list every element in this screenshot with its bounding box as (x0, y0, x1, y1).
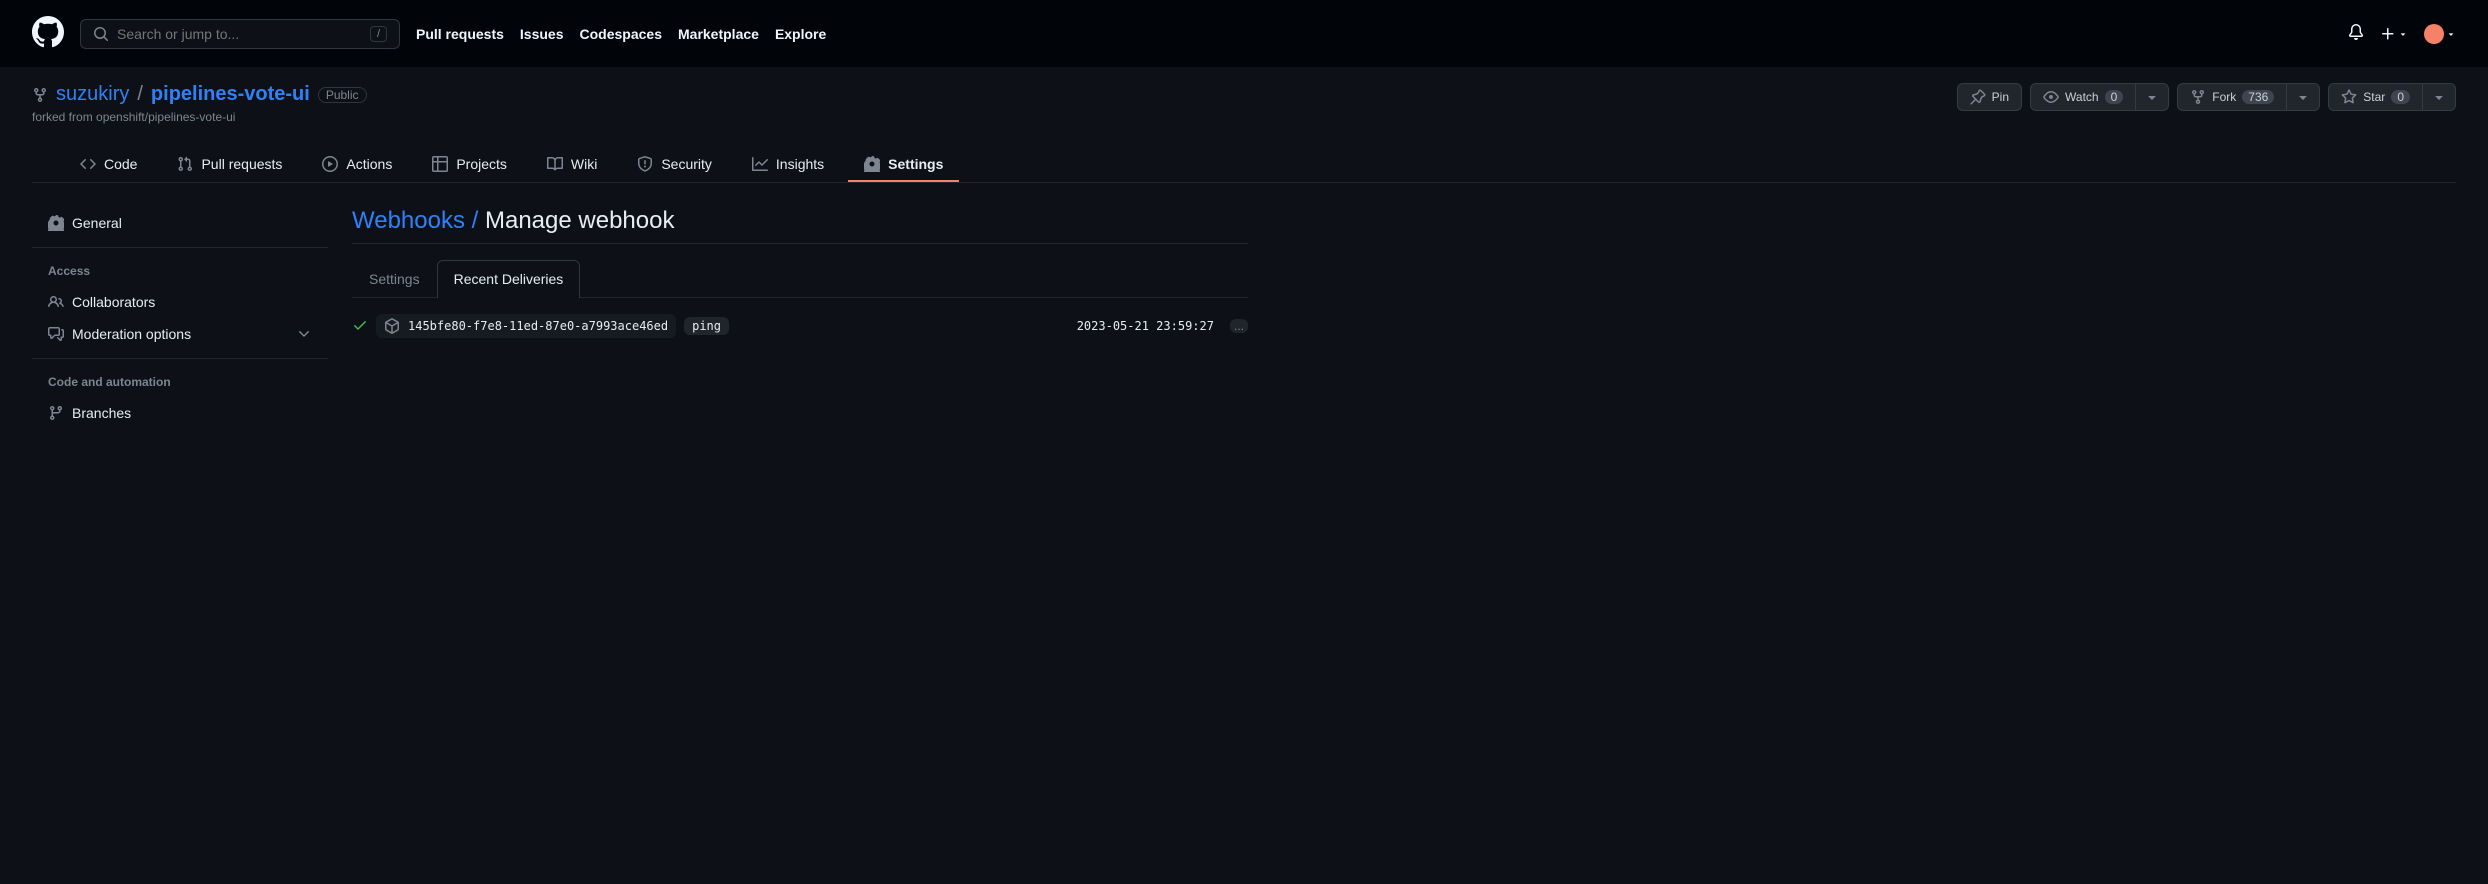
git-branch-icon (48, 405, 64, 421)
event-badge: ping (684, 317, 729, 335)
plus-icon (2380, 26, 2396, 42)
user-menu[interactable] (2424, 24, 2456, 44)
repo-actions: Pin Watch 0 Fork 736 (1957, 83, 2456, 111)
watch-count: 0 (2105, 90, 2124, 104)
tab-code[interactable]: Code (64, 148, 153, 182)
gear-icon (48, 215, 64, 231)
tab-wiki[interactable]: Wiki (531, 148, 613, 182)
sidebar-item-branches[interactable]: Branches (32, 397, 328, 429)
sidebar-item-moderation[interactable]: Moderation options (32, 318, 328, 350)
graph-icon (752, 156, 768, 172)
watch-button[interactable]: Watch 0 (2030, 83, 2136, 111)
nav-marketplace[interactable]: Marketplace (678, 26, 759, 42)
delivery-id: 145bfe80-f7e8-11ed-87e0-a7993ace46ed (376, 314, 676, 338)
tab-webhook-settings[interactable]: Settings (352, 260, 437, 297)
star-count: 0 (2391, 90, 2410, 104)
forked-from: forked from openshift/pipelines-vote-ui (32, 110, 367, 124)
github-logo[interactable] (32, 16, 64, 51)
fork-button[interactable]: Fork 736 (2177, 83, 2287, 111)
tab-settings[interactable]: Settings (848, 148, 959, 182)
search-icon (93, 26, 109, 42)
repo-title: suzukiry / pipelines-vote-ui Public (32, 83, 367, 106)
pin-button[interactable]: Pin (1957, 83, 2022, 111)
nav-codespaces[interactable]: Codespaces (580, 26, 662, 42)
caret-down-icon (2144, 89, 2160, 105)
global-header: / Pull requests Issues Codespaces Market… (0, 0, 2488, 67)
code-icon (80, 156, 96, 172)
delivery-time: 2023-05-21 23:59:27 (1077, 319, 1214, 333)
comment-discussion-icon (48, 326, 64, 342)
sidebar-item-collaborators[interactable]: Collaborators (32, 286, 328, 318)
sidebar-heading-access: Access (32, 256, 328, 286)
slash: / (137, 83, 143, 106)
search-slash-key: / (370, 26, 387, 42)
global-nav: Pull requests Issues Codespaces Marketpl… (416, 26, 826, 42)
delivery-row[interactable]: 145bfe80-f7e8-11ed-87e0-a7993ace46ed pin… (352, 298, 1248, 354)
forked-from-link[interactable]: openshift/pipelines-vote-ui (96, 110, 235, 124)
search-input[interactable] (117, 26, 370, 42)
caret-down-icon (2431, 89, 2447, 105)
eye-icon (2043, 89, 2059, 105)
search-box[interactable]: / (80, 19, 400, 49)
pin-icon (1970, 89, 1986, 105)
notifications-button[interactable] (2348, 24, 2364, 43)
fork-count: 736 (2242, 90, 2274, 104)
sidebar-item-general[interactable]: General (32, 207, 328, 239)
table-icon (432, 156, 448, 172)
gear-icon (864, 156, 880, 172)
repo-name-link[interactable]: pipelines-vote-ui (151, 83, 310, 106)
repo-owner-link[interactable]: suzukiry (56, 83, 129, 106)
tab-pull-requests[interactable]: Pull requests (161, 148, 298, 182)
webhook-tabs: Settings Recent Deliveries (352, 260, 1248, 298)
github-icon (32, 16, 64, 48)
repo-tabs: Code Pull requests Actions Projects Wiki… (32, 148, 2456, 183)
fork-dropdown[interactable] (2287, 83, 2320, 111)
visibility-badge: Public (318, 87, 367, 103)
play-icon (322, 156, 338, 172)
git-pull-request-icon (177, 156, 193, 172)
tab-recent-deliveries[interactable]: Recent Deliveries (437, 260, 581, 298)
caret-down-icon (2398, 29, 2408, 39)
page-title: Webhooks / Manage webhook (352, 207, 1248, 244)
tab-projects[interactable]: Projects (416, 148, 523, 182)
package-icon (384, 318, 400, 334)
settings-sidebar: General Access Collaborators Moderation … (32, 207, 328, 429)
people-icon (48, 294, 64, 310)
star-icon (2341, 89, 2357, 105)
shield-icon (637, 156, 653, 172)
tab-insights[interactable]: Insights (736, 148, 840, 182)
chevron-down-icon (296, 326, 312, 342)
main: General Access Collaborators Moderation … (0, 183, 1280, 453)
repo-header: suzukiry / pipelines-vote-ui Public fork… (0, 67, 2488, 183)
sidebar-heading-code: Code and automation (32, 367, 328, 397)
delivery-kebab[interactable]: ... (1230, 319, 1248, 333)
star-button[interactable]: Star 0 (2328, 83, 2423, 111)
star-dropdown[interactable] (2423, 83, 2456, 111)
tab-security[interactable]: Security (621, 148, 728, 182)
fork-icon (2190, 89, 2206, 105)
watch-dropdown[interactable] (2136, 83, 2169, 111)
divider (32, 358, 328, 359)
book-icon (547, 156, 563, 172)
caret-down-icon (2295, 89, 2311, 105)
divider (32, 247, 328, 248)
avatar (2424, 24, 2444, 44)
check-icon (352, 317, 368, 336)
nav-pull-requests[interactable]: Pull requests (416, 26, 504, 42)
bell-icon (2348, 24, 2364, 40)
nav-explore[interactable]: Explore (775, 26, 826, 42)
webhooks-link[interactable]: Webhooks (352, 207, 465, 234)
repo-forked-icon (32, 87, 48, 103)
tab-actions[interactable]: Actions (306, 148, 408, 182)
header-right (2348, 24, 2456, 44)
nav-issues[interactable]: Issues (520, 26, 564, 42)
create-new-dropdown[interactable] (2380, 26, 2408, 42)
content: Webhooks / Manage webhook Settings Recen… (352, 207, 1248, 429)
caret-down-icon (2446, 29, 2456, 39)
